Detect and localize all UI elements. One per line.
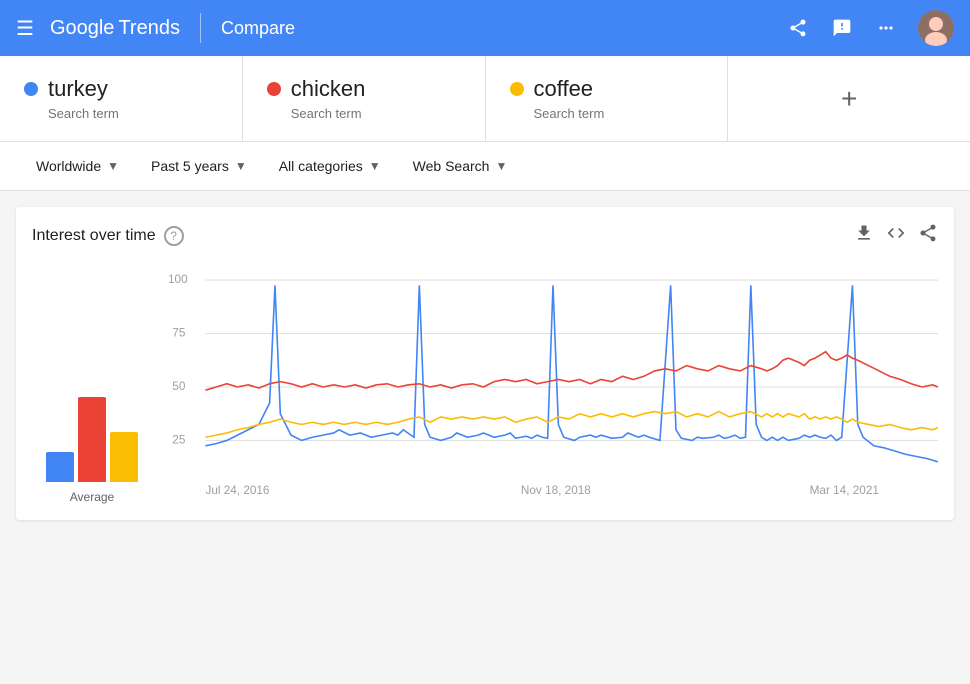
y-label-75: 75 <box>172 327 186 340</box>
region-chevron: ▼ <box>107 159 119 173</box>
turkey-trend-line <box>205 285 938 461</box>
time-chevron: ▼ <box>235 159 247 173</box>
y-label-25: 25 <box>172 434 186 447</box>
region-filter[interactable]: Worldwide ▼ <box>24 150 131 182</box>
type-filter[interactable]: Web Search ▼ <box>401 150 520 182</box>
x-label-2016: Jul 24, 2016 <box>205 484 269 497</box>
y-label-100: 100 <box>168 273 188 286</box>
time-label: Past 5 years <box>151 158 229 174</box>
menu-icon[interactable]: ☰ <box>16 16 34 41</box>
search-term-top: coffee <box>510 76 704 102</box>
time-filter[interactable]: Past 5 years ▼ <box>139 150 259 182</box>
turkey-name: turkey <box>48 76 108 102</box>
chart-svg: 100 75 50 25 Jul 24, 2016 Nov 18, 2018 M… <box>168 264 938 499</box>
turkey-dot <box>24 82 38 96</box>
avg-bar-group <box>46 366 138 486</box>
header-actions <box>786 10 954 46</box>
category-label: All categories <box>279 158 363 174</box>
average-bars: Average <box>32 366 152 504</box>
chicken-label: Search term <box>291 106 461 121</box>
search-term-coffee[interactable]: coffee Search term <box>486 56 729 141</box>
avatar[interactable] <box>918 10 954 46</box>
search-term-turkey[interactable]: turkey Search term <box>0 56 243 141</box>
help-icon[interactable]: ? <box>164 226 184 246</box>
category-filter[interactable]: All categories ▼ <box>267 150 393 182</box>
type-label: Web Search <box>413 158 490 174</box>
app-header: ☰ Google Trends Compare <box>0 0 970 56</box>
avg-bar-chicken <box>78 397 106 482</box>
logo: Google Trends <box>50 17 180 40</box>
share-card-icon[interactable] <box>918 223 938 248</box>
avg-bar-coffee <box>110 432 138 482</box>
x-label-2018: Nov 18, 2018 <box>521 484 591 497</box>
coffee-dot <box>510 82 524 96</box>
chicken-name: chicken <box>291 76 366 102</box>
coffee-label: Search term <box>534 106 704 121</box>
type-chevron: ▼ <box>495 159 507 173</box>
coffee-trend-line <box>205 412 938 438</box>
coffee-name: coffee <box>534 76 594 102</box>
search-term-chicken[interactable]: chicken Search term <box>243 56 486 141</box>
interest-over-time-card: Interest over time ? <box>16 207 954 520</box>
y-label-50: 50 <box>172 380 186 393</box>
filters-row: Worldwide ▼ Past 5 years ▼ All categorie… <box>0 142 970 191</box>
embed-icon[interactable] <box>886 223 906 248</box>
chicken-trend-line <box>205 352 938 390</box>
logo-google: Google <box>50 17 115 40</box>
card-actions <box>854 223 938 248</box>
main-content: Interest over time ? <box>0 191 970 536</box>
avg-bar-turkey <box>46 452 74 482</box>
chicken-dot <box>267 82 281 96</box>
region-label: Worldwide <box>36 158 101 174</box>
turkey-label: Search term <box>48 106 218 121</box>
apps-icon[interactable] <box>874 16 898 40</box>
search-terms-row: turkey Search term chicken Search term c… <box>0 56 970 142</box>
header-divider <box>200 13 201 43</box>
card-header: Interest over time ? <box>32 223 938 248</box>
logo-trends: Trends <box>118 17 180 40</box>
search-term-top: chicken <box>267 76 461 102</box>
line-chart: 100 75 50 25 Jul 24, 2016 Nov 18, 2018 M… <box>168 264 938 504</box>
x-label-2021: Mar 14, 2021 <box>810 484 879 497</box>
search-term-top: turkey <box>24 76 218 102</box>
card-title-area: Interest over time ? <box>32 226 184 246</box>
card-title: Interest over time <box>32 227 156 245</box>
download-icon[interactable] <box>854 223 874 248</box>
page-title: Compare <box>221 18 295 39</box>
chart-area: Average 100 75 50 25 Jul 24, 2016 <box>32 264 938 504</box>
share-icon[interactable] <box>786 16 810 40</box>
add-icon: + <box>841 83 857 115</box>
feedback-icon[interactable] <box>830 16 854 40</box>
average-label: Average <box>70 490 114 504</box>
category-chevron: ▼ <box>369 159 381 173</box>
add-term-button[interactable]: + <box>728 56 970 141</box>
